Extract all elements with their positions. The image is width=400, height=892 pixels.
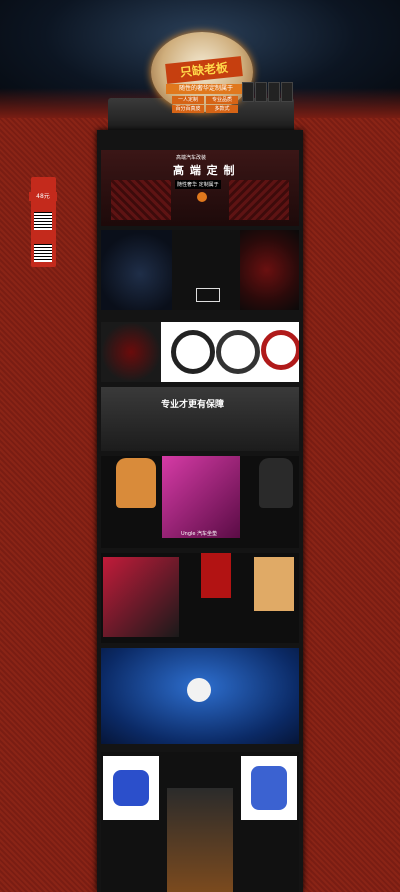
flag-icon — [281, 82, 293, 102]
seat-cover-image — [259, 458, 293, 508]
badge-pill-2: 专业品质 — [206, 96, 238, 104]
flag-icon — [242, 82, 254, 102]
seats-row-2[interactable] — [101, 553, 299, 643]
seat-cover-image — [162, 456, 240, 538]
badge-pill-4: 多款式 — [206, 105, 238, 113]
steering-product-image — [171, 330, 215, 374]
steering-wheel-image — [101, 230, 172, 310]
badge-pill-3: 百分百真皮 — [172, 105, 204, 113]
badge-pill-1: 一人定制 — [172, 96, 204, 104]
interior-image — [167, 788, 233, 892]
car-mat-image — [111, 180, 171, 220]
seat-cover-image — [254, 557, 294, 611]
steering-product-image — [216, 330, 260, 374]
sidebar-badge: 48元 — [29, 192, 57, 201]
flag-icon — [255, 82, 267, 102]
hero-title: 高 端 定 制 — [173, 164, 236, 177]
badge-subtitle: 随性的奢华定制属于 — [166, 84, 246, 94]
hero-small-title: 高端汽车改装 — [176, 155, 207, 161]
pillows-section[interactable] — [101, 752, 299, 892]
steering-product-row[interactable] — [101, 322, 299, 382]
lumbar-banner[interactable] — [101, 648, 299, 744]
car-mat-image — [229, 180, 289, 220]
qr-code-icon[interactable] — [34, 244, 52, 262]
orange-dot-icon — [197, 192, 207, 202]
banner-title: 专业才更有保障 — [161, 400, 225, 410]
steering-product-image — [261, 330, 299, 370]
product-icon — [187, 678, 211, 702]
steering-product-image — [101, 322, 161, 382]
neck-pillow-image — [113, 770, 149, 806]
hero-panel[interactable]: 高端汽车改装 高 端 定 制 随性奢华 定制属于 — [101, 150, 299, 226]
hero-subtitle: 随性奢华 定制属于 — [175, 180, 221, 189]
seat-cover-image — [201, 553, 231, 598]
flag-icon — [268, 82, 280, 102]
steering-center-label — [196, 288, 220, 302]
lumbar-pillow-image — [251, 766, 287, 810]
qr-code-icon[interactable] — [34, 212, 52, 230]
guarantee-banner[interactable]: 专业才更有保障 — [101, 387, 299, 451]
seat-cover-image — [103, 557, 179, 637]
seats-row-1[interactable]: Ungle 汽车坐垫 — [101, 456, 299, 548]
steering-wheel-image — [240, 230, 299, 310]
seats-badge: Ungle 汽车坐垫 — [181, 531, 218, 537]
seat-cover-image — [116, 458, 156, 508]
steering-panel[interactable] — [101, 230, 299, 310]
